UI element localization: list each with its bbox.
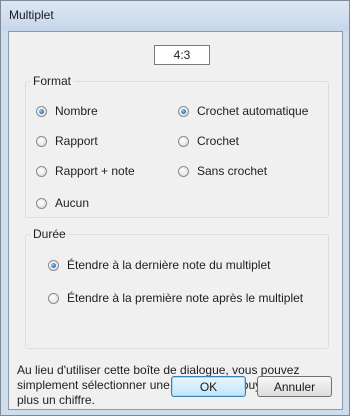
format-option-rapport[interactable]: Rapport	[36, 134, 98, 148]
ok-button[interactable]: OK	[171, 376, 246, 397]
format-option-label: Crochet	[197, 134, 240, 148]
format-option-label: Crochet automatique	[197, 104, 309, 118]
dialog-body: 4:3 Format Nombre Crochet automatique Ra…	[8, 31, 343, 410]
radio-selected-icon	[178, 105, 189, 117]
title-bar[interactable]: Multiplet	[1, 1, 349, 31]
radio-unselected-icon	[36, 135, 47, 147]
radio-selected-icon	[48, 259, 59, 271]
format-option-label: Rapport	[55, 134, 98, 148]
format-option-label: Sans crochet	[197, 164, 268, 178]
duration-option-label: Étendre à la première note après le mult…	[67, 291, 304, 305]
format-option-rapport-note[interactable]: Rapport + note	[36, 164, 135, 178]
duration-option-label: Étendre à la dernière note du multiplet	[67, 258, 271, 272]
format-option-label: Rapport + note	[55, 164, 135, 178]
format-option-crochet[interactable]: Crochet	[178, 134, 239, 148]
radio-unselected-icon	[48, 292, 59, 304]
duration-group-label: Durée	[33, 227, 66, 241]
duration-option-first-note-after[interactable]: Étendre à la première note après le mult…	[48, 291, 303, 305]
radio-unselected-icon	[178, 165, 189, 177]
radio-unselected-icon	[178, 135, 189, 147]
ratio-input[interactable]: 4:3	[154, 45, 210, 65]
duration-option-last-note[interactable]: Étendre à la dernière note du multiplet	[48, 258, 270, 272]
radio-unselected-icon	[36, 165, 47, 177]
format-option-aucun[interactable]: Aucun	[36, 196, 89, 210]
cancel-button[interactable]: Annuler	[257, 376, 332, 397]
format-option-nombre[interactable]: Nombre	[36, 104, 98, 118]
format-option-sans-crochet[interactable]: Sans crochet	[178, 164, 267, 178]
dialog-window: Multiplet 4:3 Format Nombre Crochet auto…	[0, 0, 350, 416]
radio-selected-icon	[36, 105, 47, 117]
duration-group: Durée	[25, 227, 329, 349]
window-title: Multiplet	[9, 8, 54, 22]
radio-unselected-icon	[36, 197, 47, 209]
format-option-label: Nombre	[55, 104, 98, 118]
format-option-crochet-automatique[interactable]: Crochet automatique	[178, 104, 308, 118]
format-group-label: Format	[33, 74, 72, 88]
format-option-label: Aucun	[55, 196, 90, 210]
